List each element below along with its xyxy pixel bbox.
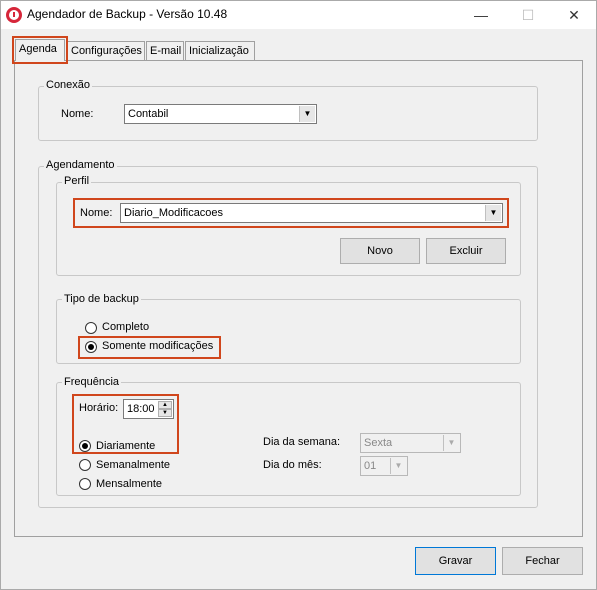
minimize-button[interactable]: — xyxy=(458,1,504,29)
dia-semana-select: Sexta ▼ xyxy=(360,433,461,453)
dia-mes-select: 01 ▼ xyxy=(360,456,408,476)
mensalmente-label[interactable]: Mensalmente xyxy=(96,478,162,490)
maximize-button: ☐ xyxy=(521,7,535,23)
semanalmente-radio[interactable] xyxy=(79,459,91,471)
tab-email[interactable]: E-mail xyxy=(146,41,184,61)
fechar-button-label: Fechar xyxy=(525,555,560,567)
conexao-nome-select[interactable]: Contabil ▼ xyxy=(124,104,317,124)
somente-modificacoes-label[interactable]: Somente modificações xyxy=(102,340,213,352)
horario-spinner[interactable]: 18:00 ▲ ▼ xyxy=(123,399,174,419)
gravar-button[interactable]: Gravar xyxy=(415,547,496,575)
chevron-down-icon: ▼ xyxy=(443,435,459,451)
dia-mes-label: Dia do mês: xyxy=(263,459,322,471)
novo-button-label: Novo xyxy=(367,245,393,257)
perfil-nome-select[interactable]: Diario_Modificacoes ▼ xyxy=(120,203,503,223)
tab-configuracoes-label: Configurações xyxy=(71,45,142,57)
tab-inicializacao-label: Inicialização xyxy=(189,45,249,57)
tab-agenda-label: Agenda xyxy=(19,43,57,55)
tab-email-label: E-mail xyxy=(150,45,182,57)
chevron-down-icon[interactable]: ▼ xyxy=(485,205,501,221)
completo-radio[interactable] xyxy=(85,322,97,334)
conexao-nome-value: Contabil xyxy=(128,108,169,120)
perfil-nome-value: Diario_Modificacoes xyxy=(124,207,224,219)
fechar-button[interactable]: Fechar xyxy=(502,547,583,575)
spin-down-icon[interactable]: ▼ xyxy=(158,409,172,417)
conexao-nome-label: Nome: xyxy=(61,108,94,120)
window-title: Agendador de Backup - Versão 10.48 xyxy=(27,7,228,21)
close-button[interactable]: ✕ xyxy=(551,1,597,29)
dia-mes-value: 01 xyxy=(364,460,377,472)
perfil-group-label: Perfil xyxy=(62,175,92,187)
diariamente-label[interactable]: Diariamente xyxy=(96,440,155,452)
app-window: Agendador de Backup - Versão 10.48 — ☐ ✕… xyxy=(0,0,597,590)
novo-button[interactable]: Novo xyxy=(340,238,420,264)
title-bar: Agendador de Backup - Versão 10.48 — ☐ ✕ xyxy=(1,1,596,29)
tab-configuracoes[interactable]: Configurações xyxy=(67,41,145,61)
horario-value: 18:00 xyxy=(127,403,155,415)
tab-agenda[interactable]: Agenda xyxy=(12,36,68,64)
frequencia-group-label: Frequência xyxy=(62,376,122,388)
agendamento-group-label: Agendamento xyxy=(44,159,117,171)
tab-inicializacao[interactable]: Inicialização xyxy=(185,41,255,61)
conexao-group-label: Conexão xyxy=(44,79,93,91)
excluir-button[interactable]: Excluir xyxy=(426,238,506,264)
diariamente-radio[interactable] xyxy=(79,440,91,452)
semanalmente-label[interactable]: Semanalmente xyxy=(96,459,170,471)
dia-semana-value: Sexta xyxy=(364,437,393,449)
app-clock-icon xyxy=(6,7,22,23)
chevron-down-icon: ▼ xyxy=(390,458,406,474)
completo-label[interactable]: Completo xyxy=(102,321,149,333)
chevron-down-icon[interactable]: ▼ xyxy=(299,106,315,122)
tipo-backup-group-label: Tipo de backup xyxy=(62,293,141,305)
dia-semana-label: Dia da semana: xyxy=(263,436,341,448)
gravar-button-label: Gravar xyxy=(438,555,473,567)
excluir-button-label: Excluir xyxy=(449,245,483,257)
somente-modificacoes-radio[interactable] xyxy=(85,341,97,353)
perfil-nome-label: Nome: xyxy=(80,207,113,219)
spin-up-icon[interactable]: ▲ xyxy=(158,401,172,409)
horario-label: Horário: xyxy=(79,402,119,414)
mensalmente-radio[interactable] xyxy=(79,478,91,490)
